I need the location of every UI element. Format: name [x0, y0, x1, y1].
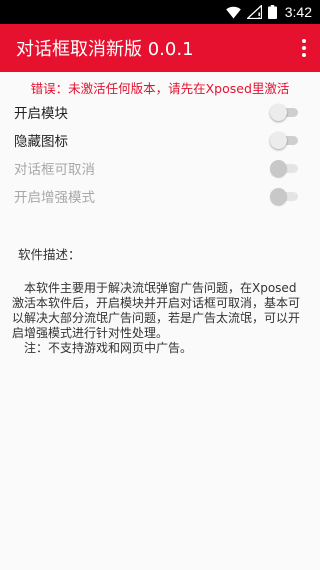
error-message: 错误：未激活任何版本，请先在Xposed里激活: [30, 81, 290, 96]
description-heading: 软件描述：: [18, 247, 81, 262]
setting-dialog-cancelable: 对话框可取消: [0, 154, 320, 182]
setting-enable-module[interactable]: 开启模块: [0, 98, 320, 126]
signal-icon: [246, 5, 262, 19]
battery-icon: [267, 5, 277, 19]
status-time: 3:42: [284, 4, 312, 20]
toggle-switch[interactable]: [270, 132, 298, 149]
toggle-switch: [270, 160, 298, 177]
toggle-switch[interactable]: [270, 104, 298, 121]
toggle-switch: [270, 188, 298, 205]
setting-enhanced-mode: 开启增强模式: [0, 182, 320, 210]
description-paragraph: 本软件主要用于解决流氓弹窗广告问题，在Xposed激活本软件后，开启模块并开启对…: [12, 281, 301, 340]
wifi-icon: [225, 6, 241, 19]
status-bar: 3:42: [0, 0, 320, 24]
app-bar: 对话框取消新版 0.0.1: [0, 24, 320, 72]
setting-label: 开启增强模式: [14, 190, 95, 206]
app-title: 对话框取消新版 0.0.1: [16, 39, 194, 60]
setting-hide-icon[interactable]: 隐藏图标: [0, 126, 320, 154]
setting-label: 隐藏图标: [14, 134, 68, 150]
description-note: 注：不支持游戏和网页中广告。: [24, 341, 193, 355]
setting-label: 对话框可取消: [14, 162, 95, 178]
description-body: 本软件主要用于解决流氓弹窗广告问题，在Xposed激活本软件后，开启模块并开启对…: [12, 281, 308, 356]
more-vert-icon[interactable]: [294, 34, 314, 62]
setting-label: 开启模块: [14, 106, 68, 122]
